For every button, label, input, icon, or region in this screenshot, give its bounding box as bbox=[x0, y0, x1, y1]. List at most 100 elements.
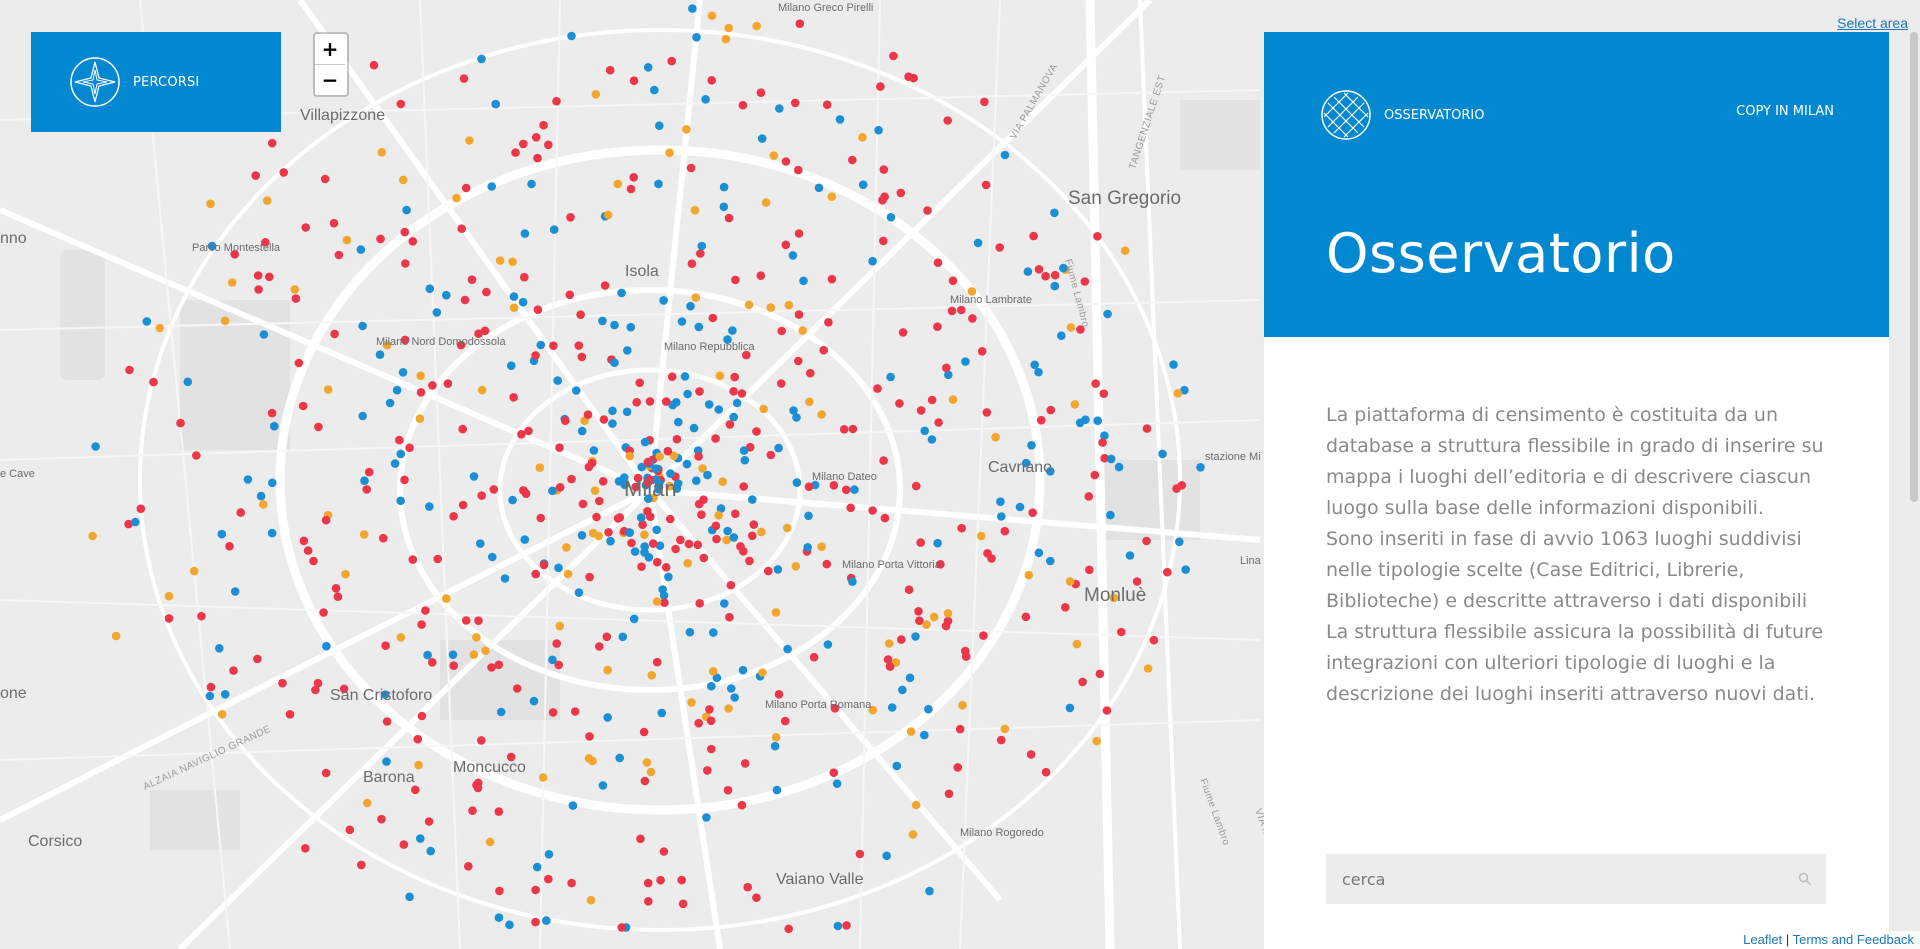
location-marker[interactable] bbox=[817, 410, 826, 419]
location-marker[interactable] bbox=[527, 179, 536, 189]
location-marker[interactable] bbox=[562, 543, 571, 552]
location-marker[interactable] bbox=[494, 807, 504, 816]
location-marker[interactable] bbox=[1175, 537, 1184, 547]
location-marker[interactable] bbox=[508, 257, 517, 267]
location-marker[interactable] bbox=[691, 293, 701, 302]
location-marker[interactable] bbox=[635, 378, 644, 388]
location-marker[interactable] bbox=[487, 663, 496, 672]
location-marker[interactable] bbox=[654, 179, 663, 189]
location-marker[interactable] bbox=[405, 892, 414, 902]
location-marker[interactable] bbox=[529, 696, 539, 706]
location-marker[interactable] bbox=[858, 180, 868, 189]
location-marker[interactable] bbox=[892, 761, 902, 771]
location-marker[interactable] bbox=[625, 528, 634, 537]
location-marker[interactable] bbox=[652, 525, 661, 535]
location-marker[interactable] bbox=[416, 388, 426, 397]
location-marker[interactable] bbox=[655, 452, 664, 461]
location-marker[interactable] bbox=[804, 482, 814, 492]
location-marker[interactable] bbox=[583, 410, 593, 420]
location-marker[interactable] bbox=[623, 346, 632, 355]
location-marker[interactable] bbox=[259, 330, 269, 339]
location-marker[interactable] bbox=[197, 611, 206, 621]
location-marker[interactable] bbox=[544, 850, 554, 859]
location-marker[interactable] bbox=[285, 710, 295, 719]
location-marker[interactable] bbox=[764, 566, 773, 576]
location-marker[interactable] bbox=[667, 56, 676, 66]
location-marker[interactable] bbox=[693, 540, 703, 550]
location-marker[interactable] bbox=[699, 495, 708, 505]
location-marker[interactable] bbox=[657, 708, 667, 718]
location-marker[interactable] bbox=[253, 654, 262, 664]
location-marker[interactable] bbox=[782, 523, 792, 533]
location-marker[interactable] bbox=[554, 660, 563, 670]
location-marker[interactable] bbox=[715, 371, 725, 381]
location-marker[interactable] bbox=[278, 678, 287, 688]
location-marker[interactable] bbox=[784, 300, 794, 310]
location-marker[interactable] bbox=[1103, 309, 1112, 319]
location-marker[interactable] bbox=[531, 885, 540, 895]
location-marker[interactable] bbox=[709, 628, 718, 637]
location-marker[interactable] bbox=[677, 317, 687, 326]
location-marker[interactable] bbox=[829, 768, 839, 777]
location-marker[interactable] bbox=[795, 19, 805, 29]
location-marker[interactable] bbox=[485, 837, 495, 847]
location-marker[interactable] bbox=[987, 554, 996, 563]
location-marker[interactable] bbox=[1172, 484, 1181, 493]
location-marker[interactable] bbox=[664, 572, 673, 582]
location-marker[interactable] bbox=[688, 4, 697, 13]
location-marker[interactable] bbox=[934, 418, 943, 427]
location-marker[interactable] bbox=[477, 736, 486, 745]
location-marker[interactable] bbox=[798, 326, 807, 335]
location-marker[interactable] bbox=[320, 174, 330, 184]
location-marker[interactable] bbox=[714, 511, 723, 520]
location-marker[interactable] bbox=[1057, 331, 1066, 341]
location-marker[interactable] bbox=[705, 705, 714, 714]
location-marker[interactable] bbox=[957, 523, 966, 533]
location-marker[interactable] bbox=[771, 733, 781, 742]
location-marker[interactable] bbox=[739, 547, 748, 556]
location-marker[interactable] bbox=[637, 562, 646, 571]
location-marker[interactable] bbox=[411, 785, 420, 795]
location-marker[interactable] bbox=[396, 449, 406, 459]
location-marker[interactable] bbox=[908, 830, 918, 839]
location-marker[interactable] bbox=[955, 724, 965, 734]
location-marker[interactable] bbox=[1066, 323, 1076, 332]
location-marker[interactable] bbox=[595, 642, 604, 651]
location-marker[interactable] bbox=[744, 300, 754, 310]
location-marker[interactable] bbox=[577, 352, 587, 362]
location-marker[interactable] bbox=[944, 789, 954, 799]
location-marker[interactable] bbox=[586, 895, 596, 905]
location-marker[interactable] bbox=[916, 538, 925, 547]
location-marker[interactable] bbox=[799, 276, 808, 286]
zoom-in-button[interactable]: + bbox=[315, 34, 345, 64]
location-marker[interactable] bbox=[958, 700, 967, 710]
location-marker[interactable] bbox=[570, 707, 580, 716]
location-marker[interactable] bbox=[879, 165, 889, 174]
location-marker[interactable] bbox=[953, 763, 963, 772]
location-marker[interactable] bbox=[906, 727, 916, 736]
location-marker[interactable] bbox=[824, 318, 833, 327]
location-marker[interactable] bbox=[632, 398, 641, 407]
location-marker[interactable] bbox=[663, 446, 673, 456]
location-marker[interactable] bbox=[517, 430, 526, 439]
location-marker[interactable] bbox=[598, 316, 607, 326]
location-marker[interactable] bbox=[576, 310, 585, 320]
location-marker[interactable] bbox=[822, 100, 832, 109]
location-marker[interactable] bbox=[489, 485, 499, 494]
location-marker[interactable] bbox=[425, 502, 434, 511]
location-marker[interactable] bbox=[738, 100, 748, 110]
location-marker[interactable] bbox=[1158, 449, 1167, 459]
location-marker[interactable] bbox=[882, 851, 891, 861]
location-marker[interactable] bbox=[428, 381, 437, 390]
location-marker[interactable] bbox=[125, 365, 134, 375]
location-marker[interactable] bbox=[707, 744, 716, 754]
location-marker[interactable] bbox=[1090, 470, 1100, 480]
location-marker[interactable] bbox=[662, 397, 671, 406]
location-marker[interactable] bbox=[772, 785, 782, 795]
location-marker[interactable] bbox=[433, 554, 443, 564]
location-marker[interactable] bbox=[330, 329, 339, 339]
location-marker[interactable] bbox=[788, 251, 798, 260]
location-marker[interactable] bbox=[341, 569, 350, 579]
location-marker[interactable] bbox=[449, 661, 459, 670]
location-marker[interactable] bbox=[696, 249, 705, 258]
